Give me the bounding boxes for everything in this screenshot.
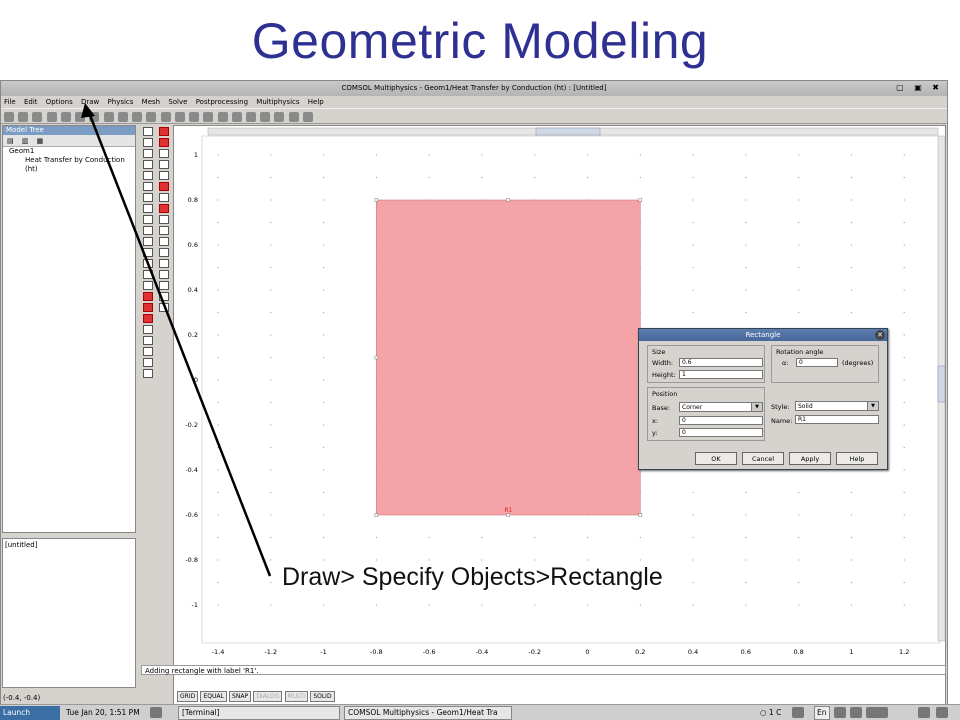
callout-arrow-line [86, 109, 272, 577]
annotation-overlay [81, 103, 272, 577]
slide: Geometric Modeling COMSOL Multiphysics -… [0, 0, 960, 720]
callout-text: Draw> Specify Objects>Rectangle [282, 563, 663, 591]
callout-arrowhead [81, 103, 95, 118]
